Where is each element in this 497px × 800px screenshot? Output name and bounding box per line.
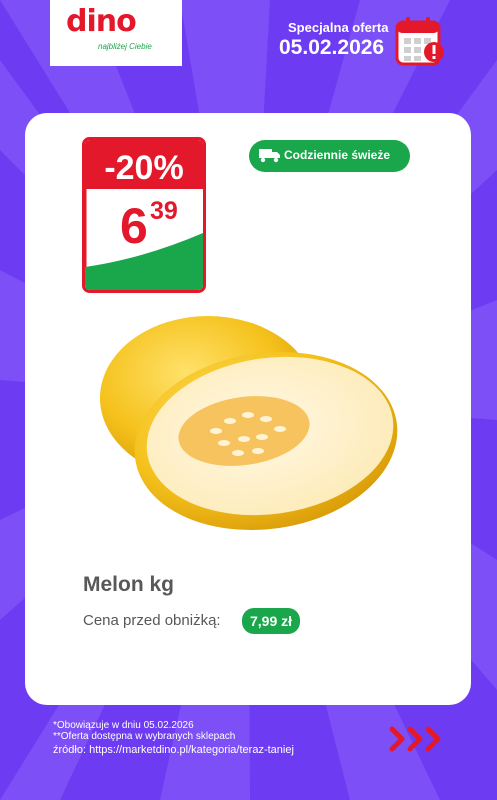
price-main: 6 (120, 198, 148, 254)
fresh-badge-label: Codziennie świeże (284, 148, 391, 162)
logo-tagline: najbliżej Ciebie (98, 42, 152, 51)
fresh-badge: Codziennie świeże (249, 140, 410, 172)
calendar-icon (395, 17, 444, 66)
old-price-label: Cena przed obniżką: (83, 612, 221, 629)
product-name: Melon kg (83, 573, 175, 596)
triple-chevron-right-icon[interactable] (388, 723, 448, 755)
logo-text: dino (66, 4, 137, 39)
price-fraction: 39 (150, 197, 178, 225)
footnote-availability: **Oferta dostępna w wybranych sklepach (53, 731, 236, 742)
source-link[interactable]: źródło: https://marketdino.pl/kategoria/… (53, 744, 294, 756)
melon-image (100, 316, 398, 531)
old-price-badge: 7,99 zł (242, 608, 301, 634)
offer-date: 05.02.2026 (279, 36, 385, 59)
price-tag: -20% 6 39 (82, 137, 206, 293)
offer-label: Specjalna oferta (288, 20, 389, 35)
dino-logo[interactable]: dino najbliżej Ciebie (50, 0, 182, 66)
truck-icon (259, 149, 280, 163)
footnote-validity: *Obowiązuje w dniu 05.02.2026 (53, 720, 194, 731)
discount-text: -20% (104, 149, 183, 187)
